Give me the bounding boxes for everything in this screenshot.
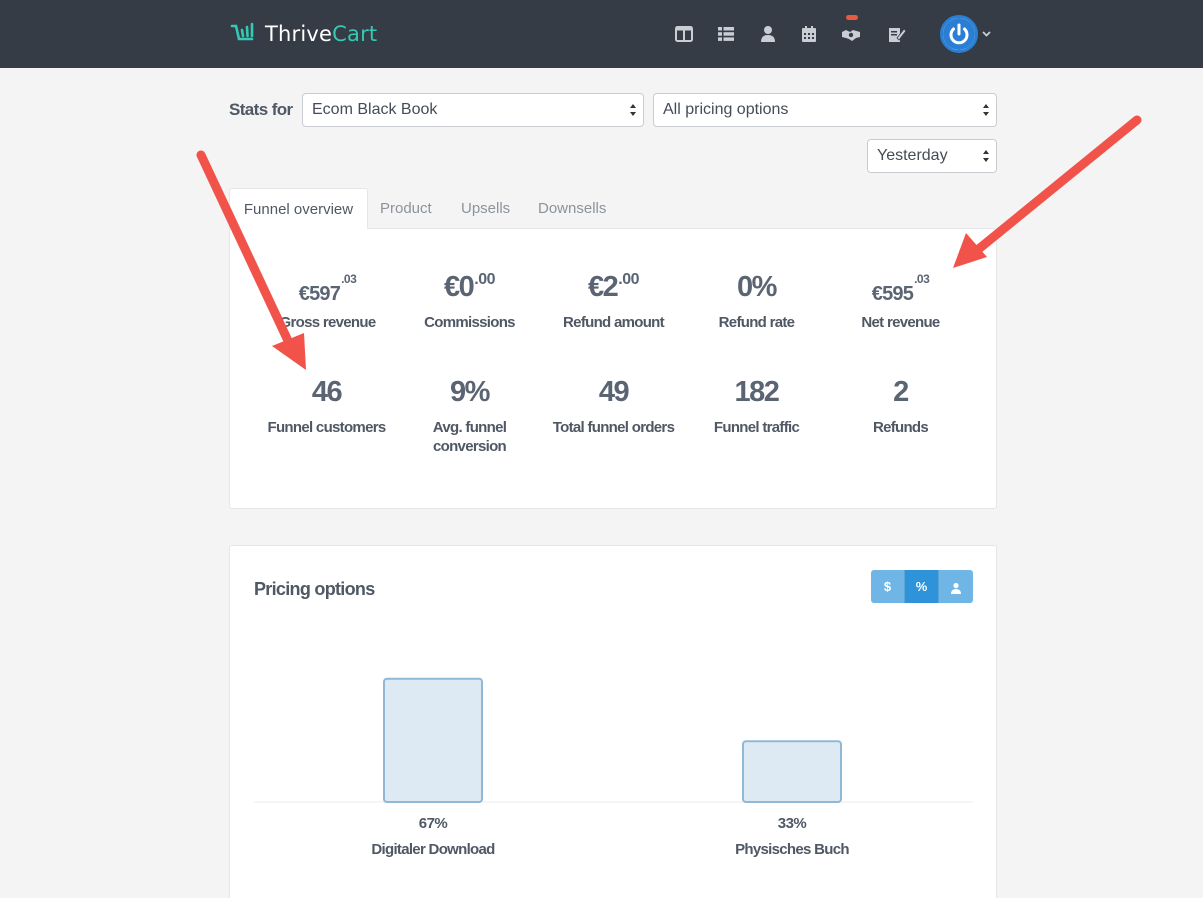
- funnel-stats-panel: €597.03 Gross revenue €0.00 Commissions …: [229, 228, 997, 509]
- select-caret-icon: [983, 150, 989, 162]
- mode-customers-button[interactable]: [939, 570, 973, 603]
- top-navbar: ThriveCart: [0, 0, 1203, 68]
- bar-category-label: Digitaler Download: [371, 841, 495, 858]
- avg-conversion-label: Avg. funnel conversion: [432, 419, 507, 455]
- pricing-options-panel: Pricing options $ % 67% Digitaler Downloa…: [229, 545, 997, 898]
- thrivecart-logo[interactable]: ThriveCart: [230, 20, 377, 48]
- layout-icon[interactable]: [674, 24, 694, 44]
- stat-funnel-traffic: 182 Funnel traffic: [685, 376, 828, 437]
- tab-product[interactable]: Product: [380, 188, 432, 229]
- stat-funnel-customers: 46 Funnel customers: [255, 376, 398, 437]
- power-icon: [943, 18, 975, 50]
- user-icon[interactable]: [758, 24, 778, 44]
- funnel-customers-label: Funnel customers: [267, 419, 387, 436]
- gross-revenue-value: €597.03: [298, 272, 357, 305]
- user-avatar[interactable]: [940, 15, 978, 53]
- date-range-select-value: Yesterday: [877, 147, 948, 164]
- net-revenue-value: €595.03: [871, 272, 930, 305]
- tab-upsells[interactable]: Upsells: [461, 188, 510, 229]
- funnel-traffic-value: 182: [734, 376, 780, 408]
- pricing-options-title: Pricing options: [254, 579, 375, 599]
- product-select[interactable]: Ecom Black Book: [302, 93, 644, 127]
- stat-total-funnel-orders: 49 Total funnel orders: [542, 376, 685, 437]
- chart-mode-toggle: $ %: [871, 570, 973, 603]
- handshake-icon[interactable]: [841, 24, 861, 44]
- refunds-label: Refunds: [872, 419, 929, 436]
- stat-net-revenue: €595.03 Net revenue: [829, 271, 972, 332]
- calendar-icon[interactable]: [799, 24, 819, 44]
- avg-conversion-value: 9%: [450, 376, 490, 408]
- refund-rate-label: Refund rate: [718, 314, 795, 331]
- bar-value-label: 67%: [418, 815, 448, 832]
- list-icon[interactable]: [716, 24, 736, 44]
- select-caret-icon: [983, 104, 989, 116]
- bar-2[interactable]: [742, 740, 842, 803]
- stat-commissions: €0.00 Commissions: [398, 271, 541, 332]
- stat-refund-rate: 0% Refund rate: [685, 271, 828, 332]
- commissions-value: €0.00: [443, 271, 496, 303]
- bar-value-label: 33%: [777, 815, 807, 832]
- date-range-select[interactable]: Yesterday: [867, 139, 997, 173]
- notification-badge: [846, 15, 858, 20]
- refunds-value: 2: [893, 376, 909, 408]
- signature-icon[interactable]: [887, 24, 907, 44]
- refund-amount-value: €2.00: [587, 271, 640, 303]
- tab-funnel-overview[interactable]: Funnel overview: [229, 188, 368, 229]
- logo-text: ThriveCart: [265, 22, 378, 46]
- tab-downsells[interactable]: Downsells: [538, 188, 606, 229]
- refund-rate-value: 0%: [737, 271, 777, 303]
- gross-revenue-label: Gross revenue: [279, 314, 377, 331]
- stat-avg-funnel-conversion: 9% Avg. funnel conversion: [398, 376, 541, 456]
- pricing-bar-chart: [254, 677, 973, 803]
- user-icon: [951, 582, 961, 594]
- net-revenue-label: Net revenue: [861, 314, 940, 331]
- bar-category-label: Physisches Buch: [735, 841, 849, 858]
- mode-percent-button[interactable]: %: [905, 570, 939, 603]
- refund-amount-label: Refund amount: [563, 314, 665, 331]
- cart-logo-icon: [230, 22, 254, 41]
- select-caret-icon: [630, 104, 636, 116]
- stats-for-label: Stats for: [229, 100, 293, 119]
- bar-1[interactable]: [383, 677, 483, 803]
- total-orders-label: Total funnel orders: [552, 419, 675, 436]
- mode-dollar-button[interactable]: $: [871, 570, 905, 603]
- total-orders-value: 49: [598, 376, 630, 408]
- stat-gross-revenue: €597.03 Gross revenue: [256, 271, 399, 332]
- commissions-label: Commissions: [424, 314, 515, 331]
- product-select-value: Ecom Black Book: [312, 101, 438, 118]
- chevron-down-icon[interactable]: [981, 28, 992, 39]
- stat-refund-amount: €2.00 Refund amount: [542, 271, 685, 332]
- pricing-select-value: All pricing options: [663, 101, 789, 118]
- stat-refunds: 2 Refunds: [829, 376, 972, 437]
- funnel-customers-value: 46: [311, 376, 343, 408]
- pricing-select[interactable]: All pricing options: [653, 93, 997, 127]
- funnel-traffic-label: Funnel traffic: [713, 419, 800, 436]
